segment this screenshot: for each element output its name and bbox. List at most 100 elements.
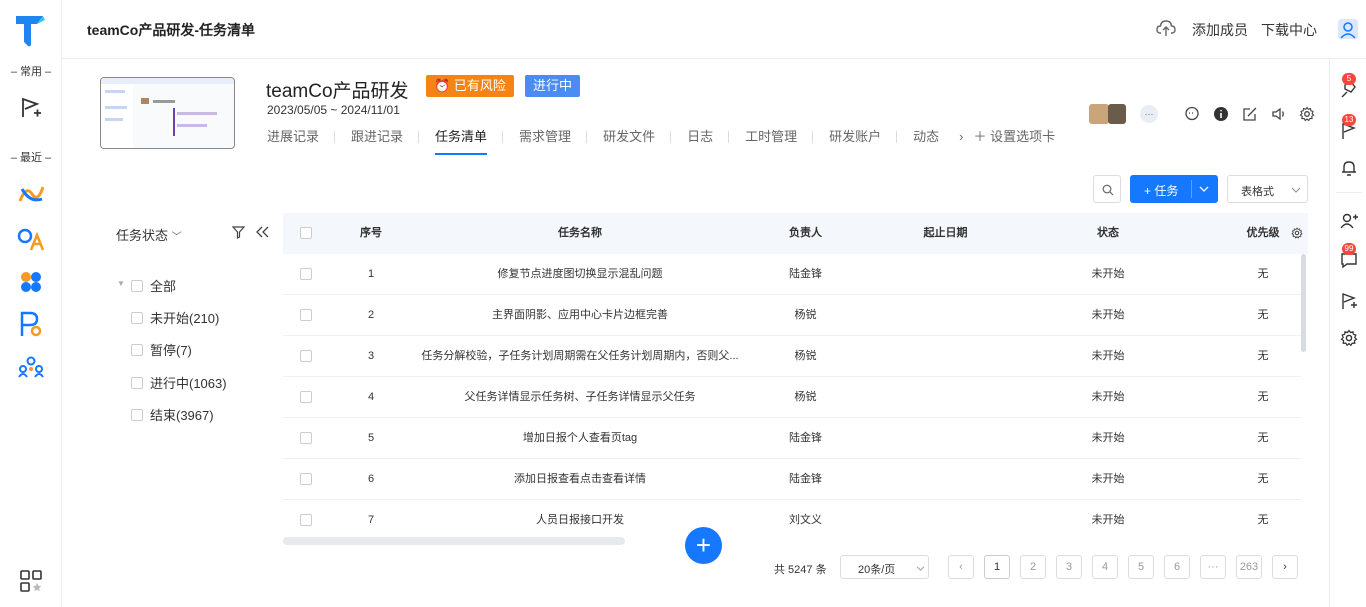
page-button[interactable]: 4: [1092, 555, 1118, 579]
search-button[interactable]: [1093, 175, 1121, 203]
page-button-last[interactable]: 263: [1236, 555, 1262, 579]
col-header-status[interactable]: 状态: [1048, 213, 1168, 254]
table-row[interactable]: 5 增加日报个人查看页tag 陆金锋 未开始 无: [283, 418, 1301, 459]
approval-icon[interactable]: 5: [1340, 73, 1358, 99]
flag-add-small-icon[interactable]: [1340, 292, 1358, 310]
col-header-owner[interactable]: 负责人: [758, 213, 853, 254]
cell-task-name[interactable]: 人员日报接口开发: [420, 500, 740, 533]
col-header-priority[interactable]: 优先级: [1238, 213, 1288, 254]
filter-item-finished[interactable]: 结束(3967): [131, 405, 214, 424]
view-mode-select[interactable]: 表格式: [1227, 175, 1308, 203]
table-row[interactable]: 6 添加日报查看点击查看详情 陆金锋 未开始 无: [283, 459, 1301, 500]
add-task-button[interactable]: + 任务: [1130, 175, 1218, 203]
checkbox[interactable]: [131, 343, 143, 356]
chat-icon[interactable]: 99: [1340, 243, 1358, 269]
apps-cluster-icon[interactable]: [17, 268, 45, 296]
settings-tab-button[interactable]: ＋ 设置选项卡: [973, 129, 1055, 155]
row-checkbox[interactable]: [300, 268, 312, 280]
prev-page-button[interactable]: ‹: [948, 555, 974, 579]
tab-followup[interactable]: 跟进记录: [335, 129, 420, 155]
member-avatar[interactable]: [1089, 104, 1109, 124]
row-checkbox[interactable]: [300, 350, 312, 362]
next-page-button[interactable]: ›: [1272, 555, 1298, 579]
floating-add-button[interactable]: +: [685, 527, 722, 564]
filter-item-paused[interactable]: 暂停(7): [131, 340, 192, 359]
row-checkbox[interactable]: [300, 473, 312, 485]
table-vertical-scrollbar[interactable]: [1301, 254, 1306, 352]
checkbox[interactable]: [131, 279, 143, 292]
col-header-no[interactable]: 序号: [341, 213, 401, 254]
add-contact-icon[interactable]: [1340, 212, 1358, 230]
chevron-down-icon[interactable]: [1199, 186, 1209, 192]
column-settings-icon[interactable]: [1291, 227, 1303, 239]
info-icon[interactable]: [1213, 106, 1229, 122]
user-avatar-icon[interactable]: [1337, 18, 1359, 40]
tab-activity[interactable]: 动态: [897, 129, 955, 155]
select-all-checkbox[interactable]: [300, 227, 312, 239]
cell-task-name[interactable]: 修复节点进度图切换显示混乱问题: [420, 254, 740, 295]
checkbox[interactable]: [131, 408, 143, 421]
tab-task-list[interactable]: 任务清单: [419, 129, 504, 155]
filter-title[interactable]: 任务状态 ﹀: [116, 225, 182, 244]
tabs-next-chevron-icon[interactable]: ›: [955, 129, 973, 155]
table-row[interactable]: 3 任务分解校验，子任务计划周期需在父任务计划周期内，否则父... 杨锐 未开始…: [283, 336, 1301, 377]
col-header-task-name[interactable]: 任务名称: [420, 213, 740, 254]
cell-task-name[interactable]: 主界面阴影、应用中心卡片边框完善: [420, 295, 740, 336]
checkbox[interactable]: [131, 376, 143, 389]
download-center-link[interactable]: 下载中心: [1261, 20, 1317, 40]
table-row[interactable]: 1 修复节点进度图切换显示混乱问题 陆金锋 未开始 无: [283, 254, 1301, 295]
settings-gear-icon[interactable]: [1340, 329, 1358, 347]
cell-task-name[interactable]: 任务分解校验，子任务计划周期需在父任务计划周期内，否则父...: [420, 336, 740, 377]
filter-item-not-started[interactable]: 未开始(210): [131, 308, 219, 327]
cell-task-name[interactable]: 添加日报查看点击查看详情: [420, 459, 740, 500]
flag-add-icon[interactable]: [17, 94, 45, 122]
table-row[interactable]: 2 主界面阴影、应用中心卡片边框完善 杨锐 未开始 无: [283, 295, 1301, 336]
row-checkbox[interactable]: [300, 514, 312, 526]
add-member-link[interactable]: 添加成员: [1192, 20, 1248, 40]
tab-timesheet[interactable]: 工时管理: [729, 129, 814, 155]
tab-progress[interactable]: 进展记录: [267, 129, 336, 155]
page-size-select[interactable]: 20条/页: [840, 555, 929, 579]
tab-rd-accounts[interactable]: 研发账户: [813, 129, 898, 155]
row-checkbox[interactable]: [300, 309, 312, 321]
filter-item-all[interactable]: 全部: [131, 276, 176, 295]
teamco-logo-icon[interactable]: [13, 12, 47, 48]
member-avatar[interactable]: [1108, 104, 1126, 124]
dashboard-app-icon[interactable]: [17, 180, 45, 208]
row-checkbox[interactable]: [300, 391, 312, 403]
tab-logs[interactable]: 日志: [671, 129, 730, 155]
table-horizontal-scrollbar[interactable]: [283, 537, 625, 545]
page-button[interactable]: 3: [1056, 555, 1082, 579]
table-row[interactable]: 7 人员日报接口开发 刘文义 未开始 无: [283, 500, 1301, 533]
edit-icon[interactable]: [1242, 106, 1258, 122]
cell-task-name[interactable]: 增加日报个人查看页tag: [420, 418, 740, 459]
team-app-icon[interactable]: [17, 353, 45, 381]
tree-expand-caret-icon[interactable]: ▼: [117, 279, 125, 288]
page-button-current[interactable]: 1: [984, 555, 1010, 579]
tab-rd-files[interactable]: 研发文件: [587, 129, 672, 155]
page-button[interactable]: 6: [1164, 555, 1190, 579]
page-button[interactable]: 2: [1020, 555, 1046, 579]
table-row[interactable]: 4 父任务详情显示任务树、子任务详情显示父任务 杨锐 未开始 无: [283, 377, 1301, 418]
page-ellipsis-button[interactable]: ···: [1200, 555, 1226, 579]
filter-funnel-icon[interactable]: [232, 226, 245, 239]
project-thumbnail[interactable]: [100, 77, 235, 149]
po-app-icon[interactable]: [17, 310, 45, 338]
speaker-icon[interactable]: [1271, 106, 1287, 122]
cell-task-name[interactable]: 父任务详情显示任务树、子任务详情显示父任务: [420, 377, 740, 418]
task-flag-icon[interactable]: 13: [1340, 114, 1358, 140]
project-settings-icon[interactable]: [1299, 106, 1315, 122]
cloud-upload-icon[interactable]: [1156, 19, 1176, 37]
member-more-button[interactable]: ···: [1140, 105, 1158, 123]
col-header-dates[interactable]: 起止日期: [883, 213, 1008, 254]
page-button[interactable]: 5: [1128, 555, 1154, 579]
filter-item-in-progress[interactable]: 进行中(1063): [131, 373, 227, 392]
tab-requirements[interactable]: 需求管理: [503, 129, 588, 155]
collapse-left-icon[interactable]: [256, 226, 269, 238]
bell-icon[interactable]: [1340, 159, 1358, 177]
row-checkbox[interactable]: [300, 432, 312, 444]
checkbox[interactable]: [131, 311, 143, 324]
comment-icon[interactable]: [1184, 106, 1200, 122]
app-grid-icon[interactable]: [17, 567, 45, 595]
oa-app-icon[interactable]: [17, 225, 45, 253]
